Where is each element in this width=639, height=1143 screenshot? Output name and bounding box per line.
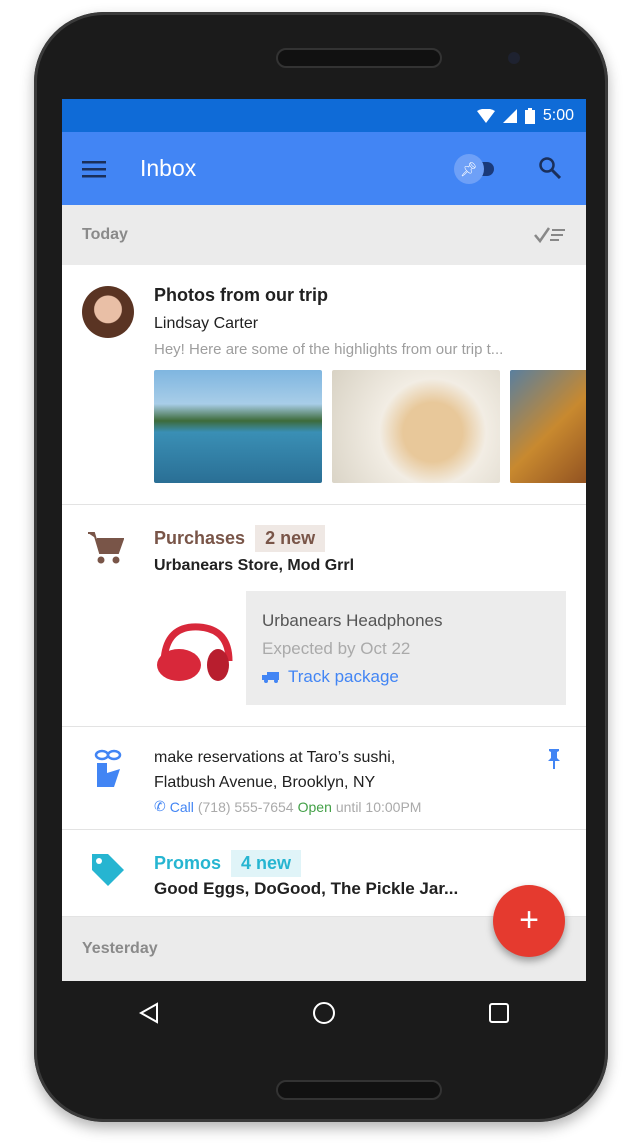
pin-icon[interactable] bbox=[547, 749, 561, 769]
headphones-image bbox=[157, 623, 233, 681]
status-bar: 5:00 bbox=[62, 99, 586, 132]
phone-number: (718) 555-7654 bbox=[197, 798, 294, 815]
reminder-line-1: make reservations at Taro’s sushi, bbox=[154, 749, 396, 766]
section-label: Today bbox=[82, 226, 128, 243]
pin-toggle[interactable]: 📌︎ bbox=[454, 154, 504, 184]
track-package-label: Track package bbox=[288, 667, 399, 686]
purchases-bundle[interactable]: Purchases 2 new Urbanears Store, Mod Grr… bbox=[62, 505, 586, 727]
recents-icon[interactable] bbox=[488, 1002, 510, 1024]
truck-icon bbox=[262, 672, 279, 683]
reminder-finger-icon bbox=[94, 749, 122, 787]
open-status: Open bbox=[297, 798, 332, 815]
clock: 5:00 bbox=[542, 106, 574, 124]
navigation-bar bbox=[62, 981, 586, 1045]
email-item[interactable]: Photos from our trip Lindsay Carter Hey!… bbox=[62, 265, 586, 505]
call-link[interactable]: Call bbox=[170, 799, 194, 815]
back-icon[interactable] bbox=[138, 1002, 160, 1024]
bundle-senders: Good Eggs, DoGood, The Pickle Jar... bbox=[154, 879, 459, 898]
signal-icon bbox=[502, 108, 517, 123]
home-icon[interactable] bbox=[312, 1001, 336, 1025]
package-card[interactable]: Urbanears Headphones Expected by Oct 22 … bbox=[246, 591, 566, 705]
hours: until 10:00PM bbox=[335, 798, 422, 815]
app-bar: Inbox 📌︎ bbox=[62, 132, 586, 205]
section-label: Yesterday bbox=[82, 940, 158, 957]
screen: 5:00 Inbox 📌︎ Today Photos from our trip… bbox=[62, 99, 586, 981]
email-snippet: Hey! Here are some of the highlights fro… bbox=[154, 341, 504, 358]
reminder-line-2: Flatbush Avenue, Brooklyn, NY bbox=[154, 774, 376, 791]
top-speaker bbox=[276, 48, 442, 68]
bottom-speaker bbox=[276, 1080, 442, 1100]
expected-date: Expected by Oct 22 bbox=[262, 639, 411, 658]
section-header-today: Today bbox=[62, 205, 586, 265]
compose-fab[interactable]: + bbox=[493, 885, 565, 957]
menu-icon[interactable] bbox=[82, 160, 106, 178]
new-count-badge: 2 new bbox=[255, 525, 326, 552]
wifi-icon bbox=[476, 108, 495, 123]
bundle-senders: Urbanears Store, Mod Grrl bbox=[154, 557, 355, 574]
bundle-label: Purchases bbox=[154, 528, 246, 548]
item-name: Urbanears Headphones bbox=[262, 611, 443, 630]
email-subject: Photos from our trip bbox=[154, 285, 328, 305]
new-count-badge: 4 new bbox=[231, 850, 302, 877]
phone-icon: ✆ bbox=[154, 798, 166, 814]
reminder-item[interactable]: make reservations at Taro’s sushi, Flatb… bbox=[62, 727, 586, 830]
front-camera bbox=[508, 52, 520, 64]
email-sender: Lindsay Carter bbox=[154, 315, 259, 332]
avatar bbox=[82, 286, 134, 338]
pin-icon: 📌︎ bbox=[454, 154, 484, 184]
bundle-label: Promos bbox=[154, 853, 222, 873]
search-icon[interactable] bbox=[539, 157, 561, 179]
sweep-done-icon[interactable] bbox=[534, 226, 566, 244]
photo-thumbnail[interactable] bbox=[510, 370, 586, 483]
cart-icon bbox=[88, 532, 124, 564]
battery-icon bbox=[524, 107, 535, 124]
page-title: Inbox bbox=[140, 155, 197, 181]
track-package-link[interactable]: Track package bbox=[262, 667, 550, 687]
tag-icon bbox=[92, 854, 124, 886]
photo-thumbnail[interactable] bbox=[154, 370, 322, 483]
photo-thumbnail[interactable] bbox=[332, 370, 500, 483]
